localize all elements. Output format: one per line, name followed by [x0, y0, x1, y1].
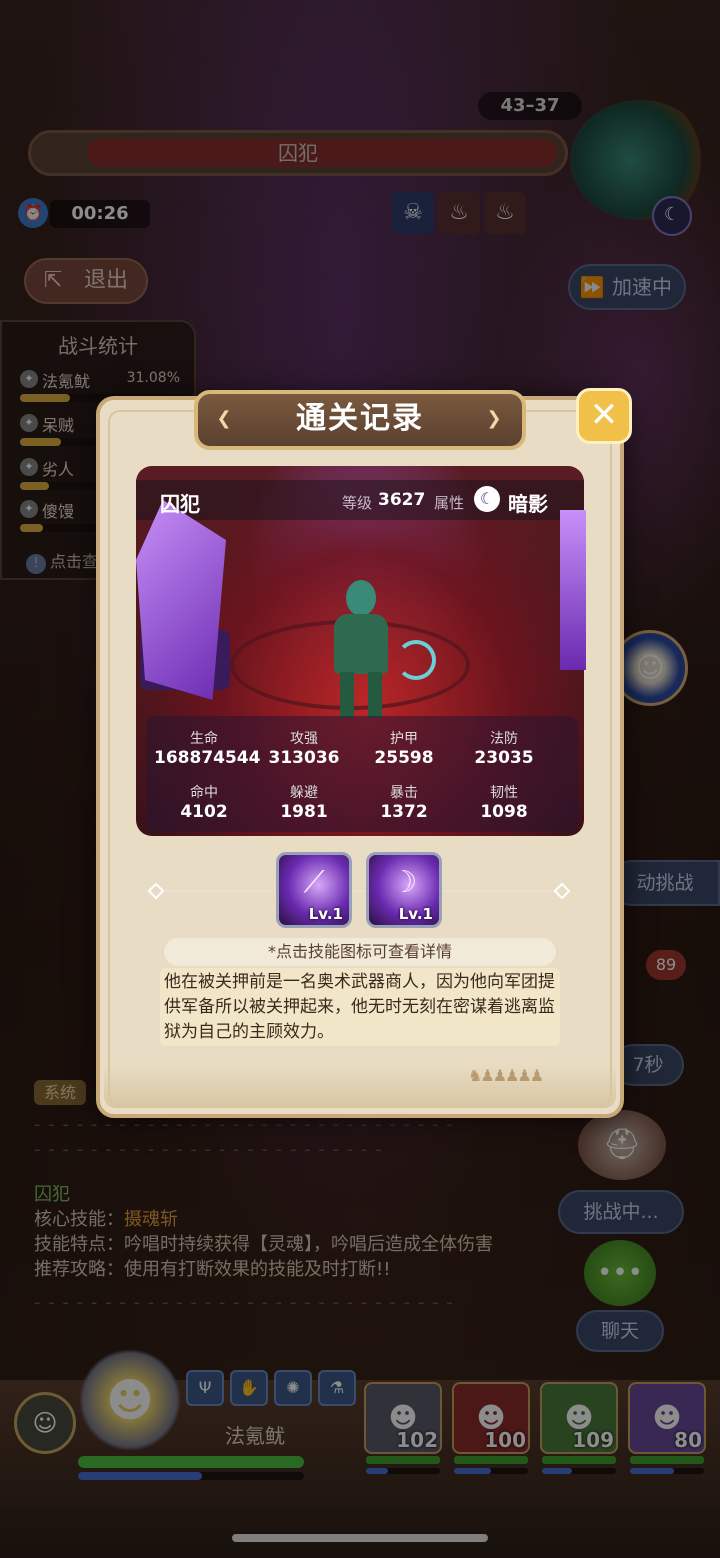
boss-description: 他在被关押前是一名奥术武器商人，因为他向军团提供军备所以被关押起来，他无时无刻在…	[160, 968, 560, 1046]
slash-skill-icon: ⟋	[303, 865, 325, 900]
scythe-skill-icon: ☽	[390, 865, 418, 900]
level-value: 3627	[378, 490, 426, 510]
runners-decoration: ♞♟♟♟♟♟	[468, 1066, 544, 1085]
stat-crit: 暴击 1372	[380, 785, 428, 822]
level-label: 等级	[342, 494, 373, 512]
close-button[interactable]: ✕	[576, 388, 632, 444]
attribute-label: 属性	[434, 494, 465, 512]
ornament-icon: ❯	[486, 408, 504, 429]
skill-icon-scythe[interactable]: ☽ Lv.1	[366, 852, 442, 928]
modal-title: 通关记录	[296, 401, 424, 436]
skill-icon-slash[interactable]: ⟋ Lv.1	[276, 852, 352, 928]
ornament-icon: ❮	[216, 408, 234, 429]
stat-armor: 护甲 25598	[374, 731, 434, 768]
stat-hit: 命中 4102	[180, 785, 228, 822]
stat-hp: 生命 168874544	[154, 731, 261, 768]
skills-divider	[150, 890, 570, 892]
modal-boss-name: 囚犯	[160, 492, 200, 516]
stat-toughness: 韧性 1098	[480, 785, 528, 822]
skill-hint: *点击技能图标可查看详情	[164, 938, 556, 966]
boss-model	[316, 580, 406, 720]
modal-title-plate: ❮ 通关记录 ❯	[194, 390, 526, 450]
stat-magic-defense: 法防 23035	[474, 731, 534, 768]
shadow-element-icon: ☾	[474, 486, 500, 512]
axe-weapon	[396, 640, 436, 680]
crystal-right	[560, 510, 586, 670]
stat-attack: 攻强 313036	[268, 731, 340, 768]
attribute-value: 暗影	[508, 492, 548, 516]
stat-dodge: 躲避 1981	[280, 785, 328, 822]
